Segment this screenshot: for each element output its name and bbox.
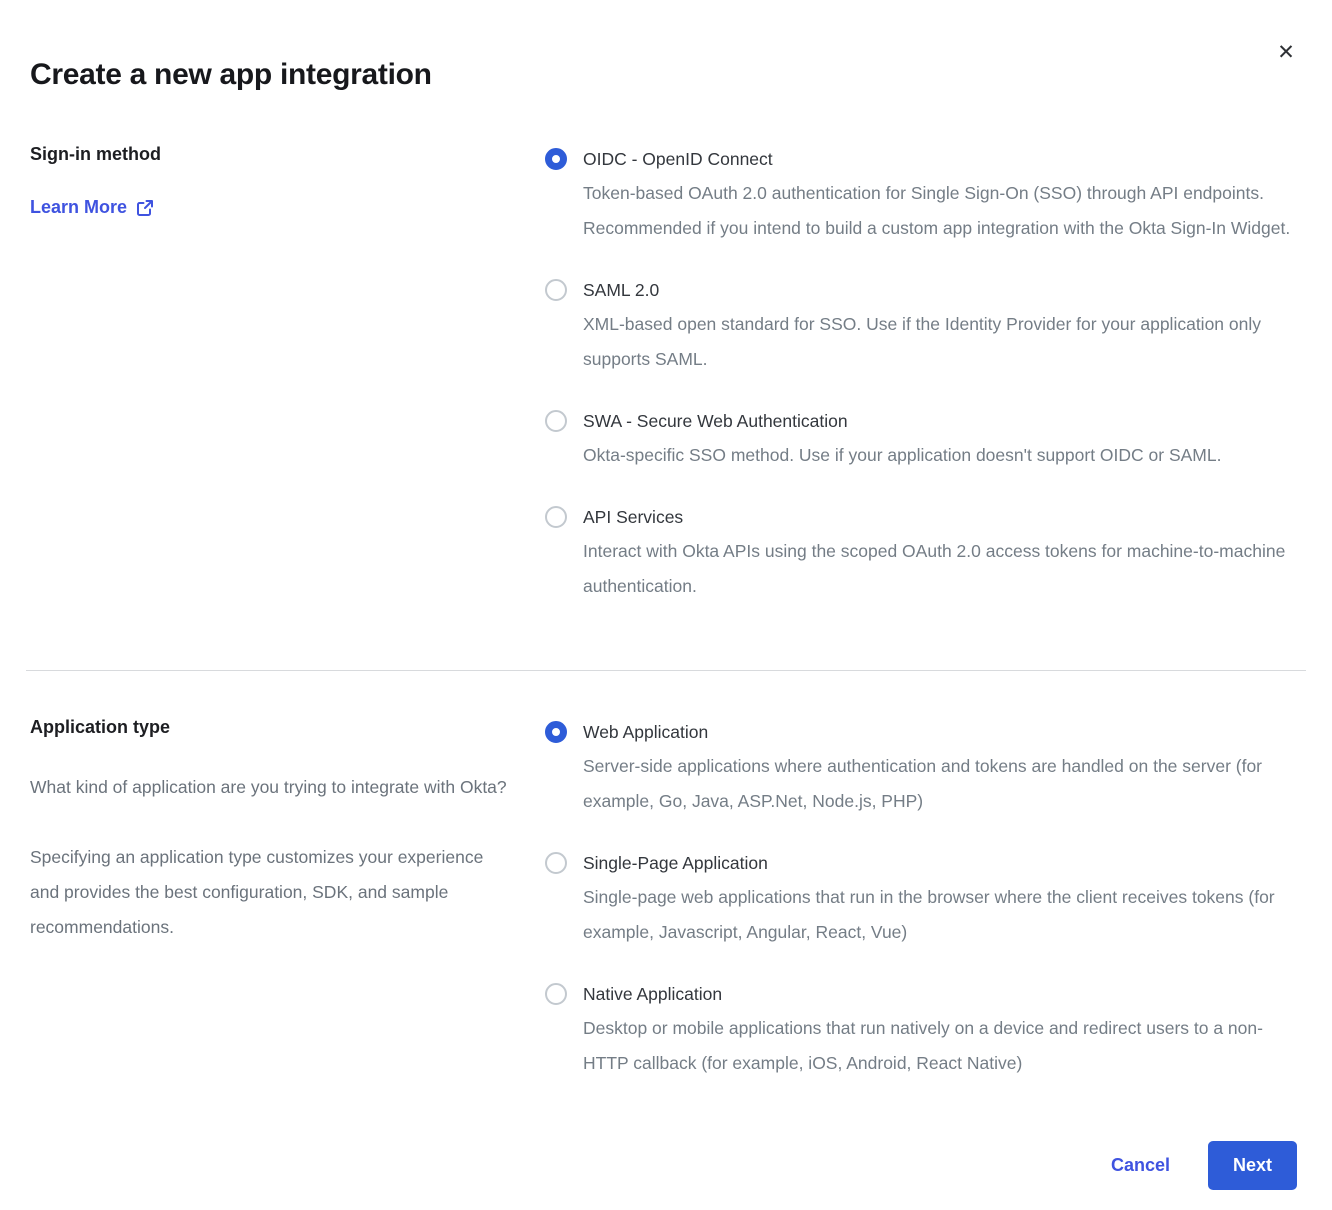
cancel-button[interactable]: Cancel (1111, 1155, 1170, 1176)
option-title: Single-Page Application (583, 846, 1298, 880)
radio-icon[interactable] (545, 721, 567, 743)
section-divider (26, 670, 1306, 671)
radio-icon[interactable] (545, 983, 567, 1005)
page-title: Create a new app integration (30, 58, 1302, 92)
signin-method-options: OIDC - OpenID Connect Token-based OAuth … (545, 142, 1302, 604)
option-single-page-application[interactable]: Single-Page Application Single-page web … (545, 846, 1302, 950)
option-description: Server-side applications where authentic… (583, 749, 1298, 819)
learn-more-label: Learn More (30, 197, 127, 218)
option-native-application[interactable]: Native Application Desktop or mobile app… (545, 977, 1302, 1081)
next-button[interactable]: Next (1208, 1141, 1297, 1190)
application-type-section: Application type What kind of applicatio… (30, 715, 1302, 1081)
application-type-help-text: Specifying an application type customize… (30, 840, 510, 945)
close-icon[interactable]: ✕ (1272, 38, 1300, 66)
option-title: SWA - Secure Web Authentication (583, 404, 1221, 438)
radio-icon[interactable] (545, 148, 567, 170)
option-title: SAML 2.0 (583, 273, 1298, 307)
learn-more-link[interactable]: Learn More (30, 197, 154, 218)
signin-method-section: Sign-in method Learn More OIDC - OpenID … (30, 142, 1302, 604)
application-type-question: What kind of application are you trying … (30, 770, 510, 805)
option-description: Interact with Okta APIs using the scoped… (583, 534, 1298, 604)
option-description: Single-page web applications that run in… (583, 880, 1298, 950)
signin-method-label: Sign-in method (30, 144, 545, 165)
option-swa[interactable]: SWA - Secure Web Authentication Okta-spe… (545, 404, 1302, 473)
application-type-label: Application type (30, 717, 545, 738)
option-oidc[interactable]: OIDC - OpenID Connect Token-based OAuth … (545, 142, 1302, 246)
option-api-services[interactable]: API Services Interact with Okta APIs usi… (545, 500, 1302, 604)
radio-icon[interactable] (545, 410, 567, 432)
option-description: Token-based OAuth 2.0 authentication for… (583, 176, 1298, 246)
radio-icon[interactable] (545, 506, 567, 528)
option-title: API Services (583, 500, 1298, 534)
radio-icon[interactable] (545, 852, 567, 874)
option-title: Web Application (583, 715, 1298, 749)
option-description: Okta-specific SSO method. Use if your ap… (583, 438, 1221, 473)
option-saml[interactable]: SAML 2.0 XML-based open standard for SSO… (545, 273, 1302, 377)
option-title: OIDC - OpenID Connect (583, 142, 1298, 176)
radio-icon[interactable] (545, 279, 567, 301)
option-description: Desktop or mobile applications that run … (583, 1011, 1298, 1081)
application-type-options: Web Application Server-side applications… (545, 715, 1302, 1081)
option-title: Native Application (583, 977, 1298, 1011)
option-description: XML-based open standard for SSO. Use if … (583, 307, 1298, 377)
option-web-application[interactable]: Web Application Server-side applications… (545, 715, 1302, 819)
external-link-icon (136, 199, 154, 217)
create-app-integration-modal: ✕ Create a new app integration Sign-in m… (0, 0, 1332, 1210)
modal-footer: Cancel Next (30, 1141, 1302, 1190)
